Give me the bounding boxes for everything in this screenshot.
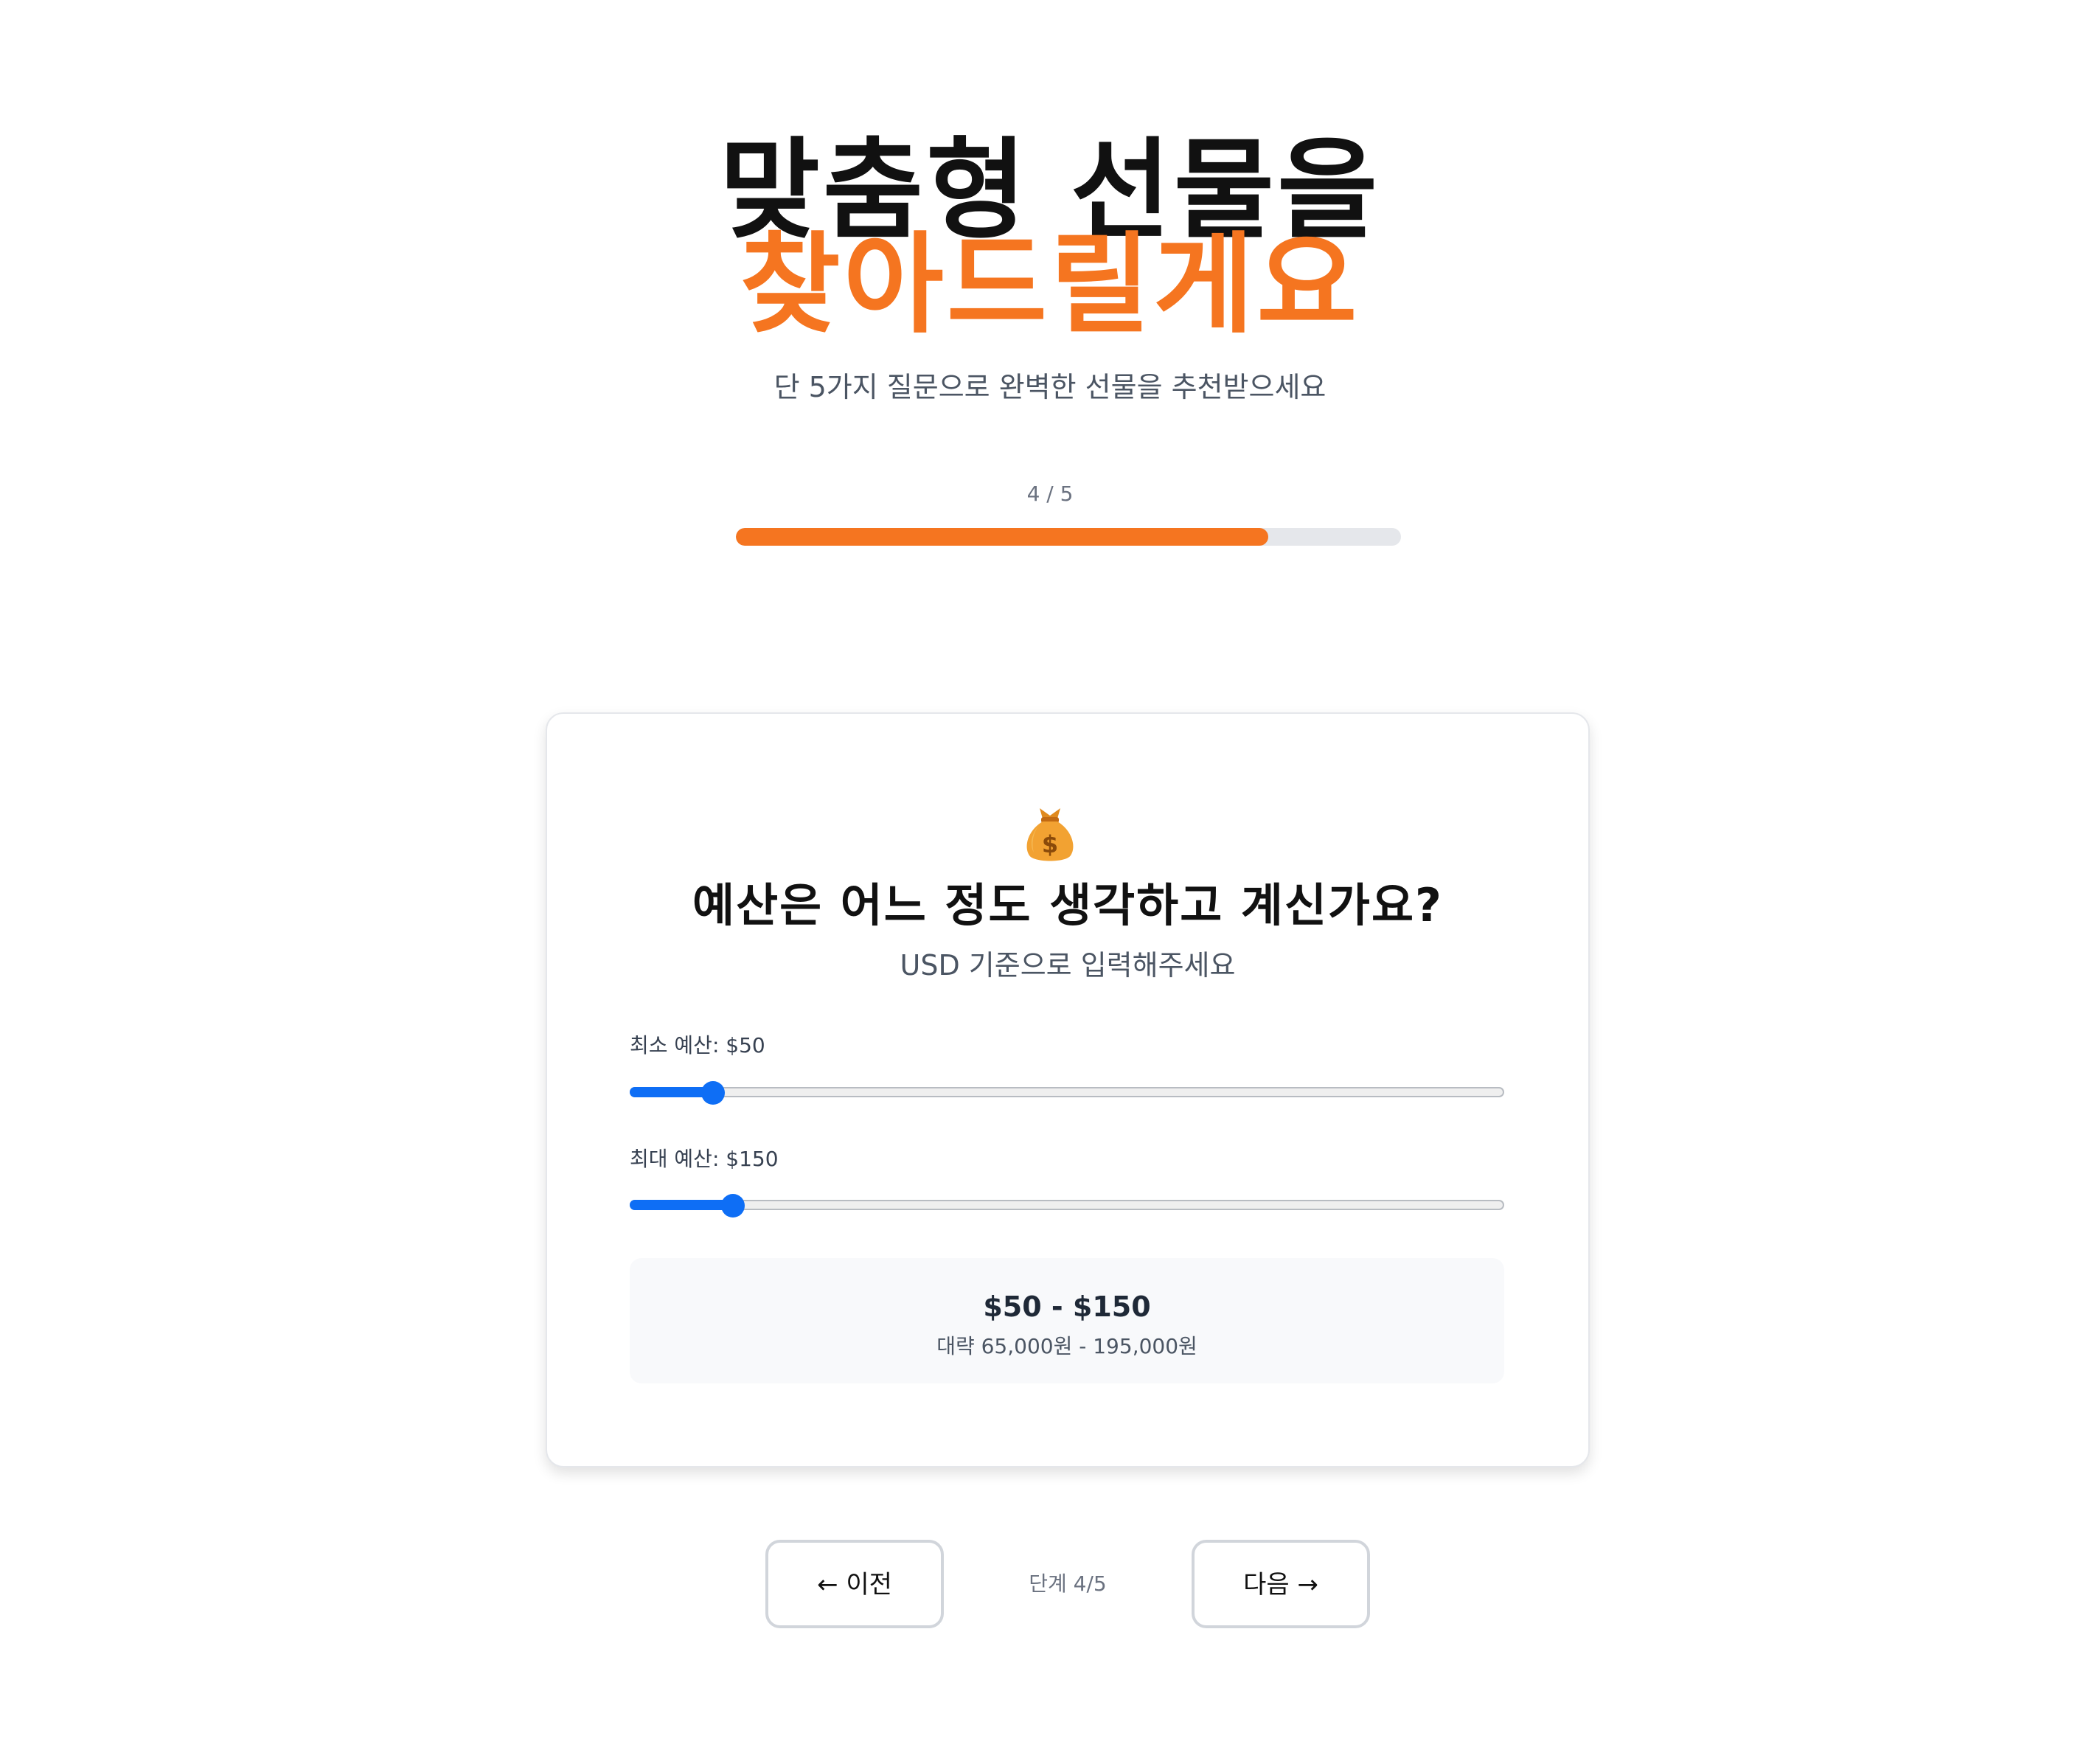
min-budget-slider-thumb[interactable] — [701, 1081, 725, 1105]
max-budget-slider-thumb[interactable] — [721, 1194, 745, 1218]
page-title-line2: 찾아드릴게요 — [740, 221, 1360, 348]
question-subtitle: USD 기준으로 입력해주세요 — [900, 949, 1236, 982]
min-budget-label: 최소 예산: $50 — [630, 1033, 765, 1057]
next-button[interactable]: 다음 → — [1192, 1540, 1370, 1628]
max-budget-label: 최대 예산: $150 — [630, 1147, 779, 1171]
min-budget-slider[interactable] — [630, 1081, 1504, 1105]
step-indicator: 단계 4/5 — [1029, 1571, 1107, 1596]
svg-text:$: $ — [1042, 830, 1058, 858]
prev-button[interactable]: ← 이전 — [765, 1540, 944, 1628]
budget-range-krw: 대략 65,000원 - 195,000원 — [936, 1334, 1197, 1358]
progress-text: 4 / 5 — [1026, 482, 1074, 506]
budget-range-usd: $50 - $150 — [983, 1291, 1151, 1323]
max-budget-slider-fill — [630, 1200, 733, 1210]
money-bag-icon: $ — [1018, 801, 1082, 866]
budget-summary-box: $50 - $150 대략 65,000원 - 195,000원 — [630, 1258, 1504, 1383]
progress-bar-fill — [736, 528, 1268, 546]
progress-bar — [736, 528, 1401, 546]
question-title: 예산은 어느 정도 생각하고 계신가요? — [692, 878, 1443, 932]
max-budget-slider[interactable] — [630, 1194, 1504, 1218]
page-subtitle: 단 5가지 질문으로 완벽한 선물을 추천받으세요 — [773, 371, 1327, 403]
